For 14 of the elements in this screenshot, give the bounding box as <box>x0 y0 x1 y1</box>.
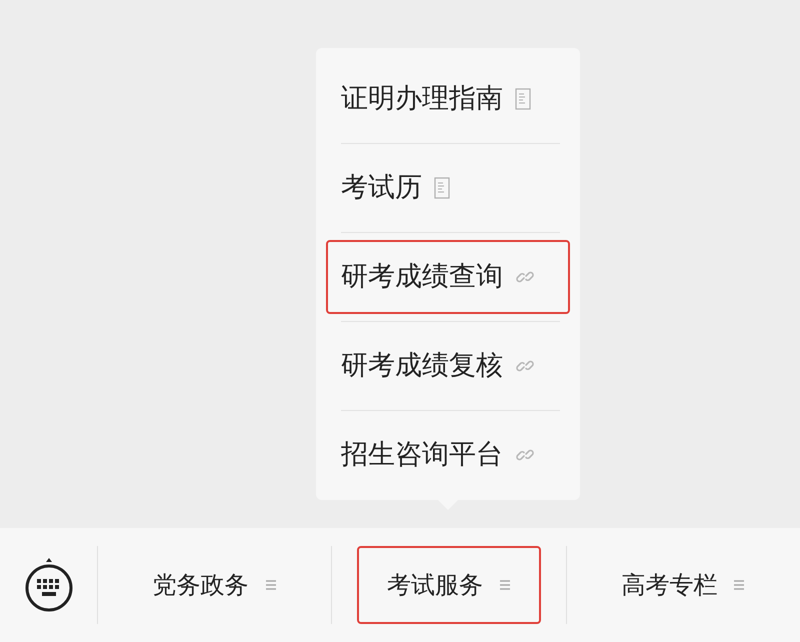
menu-tab[interactable]: 党务政务 <box>122 546 307 624</box>
document-icon <box>515 88 531 110</box>
menu-item[interactable]: 考试历 <box>326 151 570 225</box>
menu-item[interactable]: 证明办理指南 <box>326 62 570 136</box>
menu-icon <box>264 578 277 592</box>
menu-tab[interactable]: 考试服务 <box>356 546 541 624</box>
menu-icon <box>498 578 511 592</box>
keyboard-icon[interactable] <box>24 557 74 613</box>
menu-item[interactable]: 招生咨询平台 <box>326 418 570 492</box>
menu-item[interactable]: 研考成绩复核 <box>326 329 570 403</box>
menu-tab[interactable]: 高考专栏 <box>591 546 776 624</box>
document-icon <box>434 177 450 199</box>
menu-icon <box>733 578 746 592</box>
menu-item[interactable]: 研考成绩查询 <box>326 240 570 314</box>
